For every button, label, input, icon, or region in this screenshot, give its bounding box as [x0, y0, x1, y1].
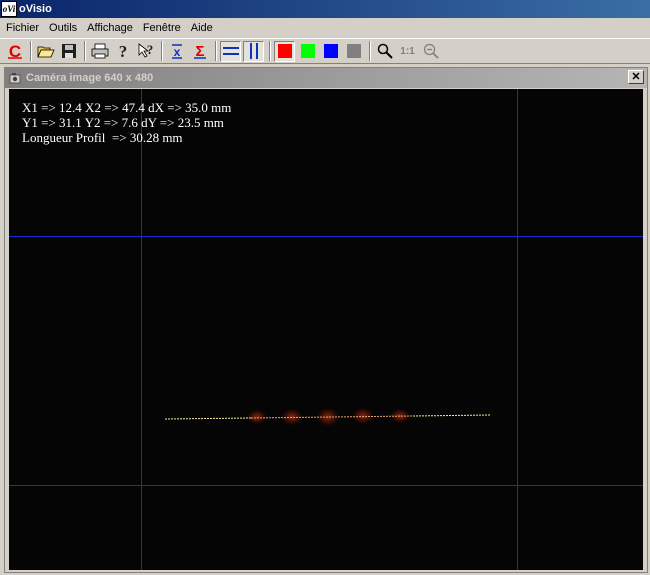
menu-bar: Fichier Outils Affichage Fenêtre Aide [0, 18, 650, 38]
help-button[interactable]: ? [112, 41, 133, 62]
camera-image-canvas[interactable]: X1 => 12.4 X2 => 47.4 dX => 35.0 mm Y1 =… [9, 89, 643, 570]
gray-channel-icon [346, 44, 361, 58]
menu-outils[interactable]: Outils [44, 18, 82, 38]
red-channel-button[interactable] [274, 40, 295, 62]
vertical-lines-icon [249, 43, 258, 59]
laser-spot [351, 407, 375, 425]
toolbar-separator [369, 41, 371, 61]
gray-channel-button[interactable] [343, 41, 364, 62]
zoom-1to1-icon: 1:1 [400, 45, 415, 57]
camera-window-title: Caméra image 640 x 480 [26, 72, 154, 84]
zoom-1to1-button[interactable]: 1:1 [397, 41, 418, 62]
toolbar-separator [269, 41, 271, 61]
sigma-button[interactable]: Σ [189, 41, 210, 62]
toolbar: C ? ? x Σ 1:1 [0, 38, 650, 64]
toolbar-separator [84, 41, 86, 61]
calibrate-c-icon: C [7, 42, 22, 60]
svg-text:?: ? [146, 42, 153, 57]
toolbar-separator [30, 41, 32, 61]
vertical-lines-button[interactable] [243, 40, 264, 62]
print-icon [91, 43, 108, 59]
profile-line [412, 414, 492, 417]
measurement-readout-x: X1 => 12.4 X2 => 47.4 dX => 35.0 mm [22, 100, 232, 115]
svg-text:?: ? [118, 42, 127, 60]
red-channel-icon [277, 44, 292, 58]
horizontal-lines-icon [222, 47, 239, 55]
app-logo-icon: oVi [1, 1, 17, 17]
green-channel-icon [300, 44, 315, 58]
toolbar-separator [161, 41, 163, 61]
toolbar-separator [215, 41, 217, 61]
camera-window-title-bar[interactable]: Caméra image 640 x 480 ✕ [5, 68, 647, 88]
laser-spot [246, 409, 268, 425]
sigma-icon: Σ [193, 43, 206, 60]
close-window-button[interactable]: ✕ [628, 70, 644, 84]
close-icon: ✕ [631, 70, 641, 83]
help-icon: ? [118, 42, 127, 60]
menu-affichage[interactable]: Affichage [82, 18, 138, 38]
save-disk-icon [61, 44, 76, 58]
profile-line [164, 417, 252, 420]
svg-text:x: x [173, 45, 180, 59]
horizontal-lines-button[interactable] [220, 40, 241, 62]
zoom-icon [377, 43, 393, 59]
menu-fichier[interactable]: Fichier [1, 18, 44, 38]
open-folder-icon [36, 46, 55, 58]
save-button[interactable] [58, 41, 79, 62]
measurement-readout-length: Longueur Profil => 30.28 mm [22, 130, 183, 145]
sigma-x-button[interactable]: x [166, 41, 187, 62]
laser-profile-trace [164, 407, 492, 427]
zoom-out-icon [423, 43, 439, 59]
blue-channel-icon [323, 44, 338, 58]
zoom-out-button[interactable] [420, 41, 441, 62]
measurement-readout-y: Y1 => 31.1 Y2 => 7.6 dY => 23.5 mm [22, 115, 224, 130]
title-bar: oVi oVisio [0, 0, 650, 18]
calibrate-button[interactable]: C [4, 41, 25, 62]
sigma-x-icon: x [171, 44, 182, 59]
app-title: oVisio [19, 3, 52, 15]
context-help-icon: ? [138, 42, 153, 58]
open-button[interactable] [35, 41, 56, 62]
print-button[interactable] [89, 41, 110, 62]
menu-aide[interactable]: Aide [186, 18, 218, 38]
camera-image-window: Caméra image 640 x 480 ✕ X1 => 12.4 X2 =… [4, 67, 648, 573]
menu-fenetre[interactable]: Fenêtre [138, 18, 186, 38]
green-channel-button[interactable] [297, 41, 318, 62]
context-help-button[interactable]: ? [135, 41, 156, 62]
blue-channel-button[interactable] [320, 41, 341, 62]
zoom-button[interactable] [374, 41, 395, 62]
camera-icon [9, 73, 21, 84]
